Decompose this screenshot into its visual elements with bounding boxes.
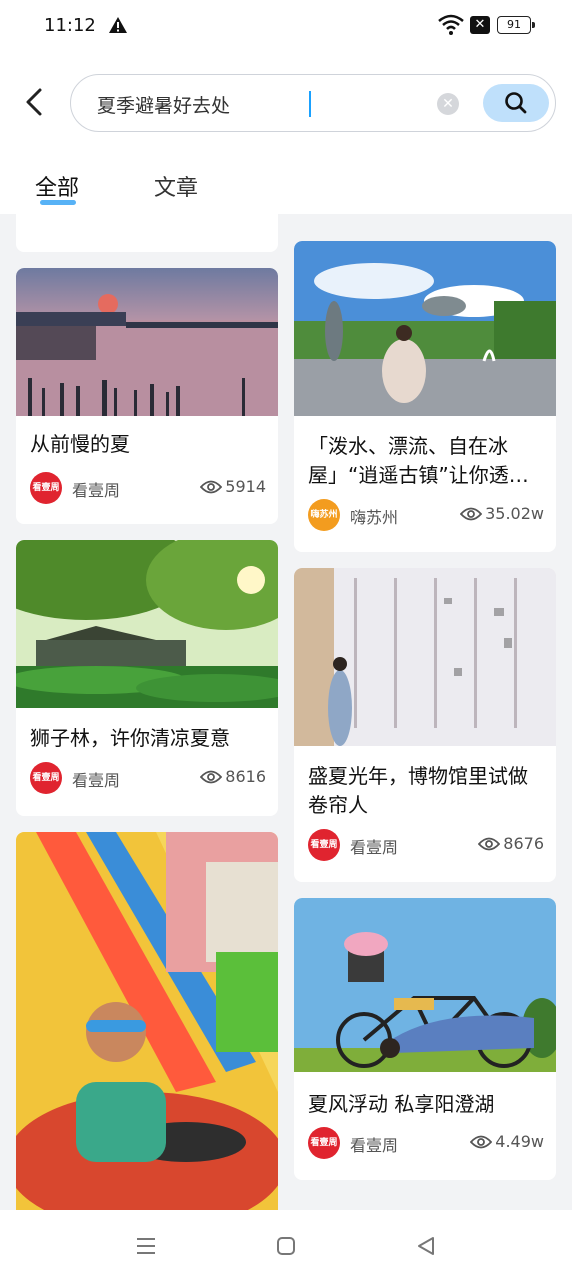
card-title: 夏风浮动 私享阳澄湖	[308, 1092, 495, 1116]
author-name: 嗨苏州	[350, 508, 399, 527]
eye-icon	[200, 770, 222, 784]
card-title: 狮子林，许你清凉夏意	[30, 726, 230, 750]
search-button[interactable]	[483, 84, 549, 122]
author-name: 看壹周	[350, 838, 399, 857]
card-meta: 看壹周 看壹周 8676	[308, 829, 544, 861]
back-icon[interactable]	[20, 84, 50, 120]
author-avatar: 嗨苏州	[308, 499, 340, 531]
search-box[interactable]: ✕	[70, 74, 556, 132]
card-article[interactable]: 从前慢的夏 看壹周 看壹周 5914	[16, 268, 278, 524]
card-article[interactable]: 「泼水、漂流、自在冰屋」“逍遥古镇”让你透… 嗨苏州 嗨苏州 35.02w	[294, 241, 556, 552]
author-avatar: 看壹周	[308, 829, 340, 861]
card-meta: 嗨苏州 嗨苏州 35.02w	[308, 499, 544, 531]
card-title: 「泼水、漂流、自在冰屋」“逍遥古镇”让你透…	[308, 434, 529, 487]
status-bar: 11:12 ✕ 91	[0, 0, 572, 52]
tab-bar: 全部 文章	[0, 160, 572, 214]
header: ✕ 全部 文章	[0, 52, 572, 214]
card-image	[16, 540, 278, 708]
search-icon	[505, 92, 527, 114]
menu-icon[interactable]	[134, 1234, 158, 1258]
warning-icon	[109, 17, 127, 33]
no-sim-icon: ✕	[470, 16, 490, 34]
author-name: 看壹周	[72, 771, 121, 790]
view-count: 35.02w	[485, 504, 544, 523]
search-input[interactable]	[97, 89, 427, 119]
view-count: 8616	[225, 767, 266, 786]
card-meta: 看壹周 看壹周 4.49w	[308, 1127, 544, 1159]
card-meta: 看壹周 看壹周 8616	[30, 762, 266, 794]
tab-articles[interactable]: 文章	[154, 170, 198, 202]
card-title: 盛夏光年，博物馆里试做卷帘人	[308, 764, 528, 817]
eye-icon	[478, 837, 500, 851]
card-article[interactable]: 盛夏光年，博物馆里试做卷帘人 看壹周 看壹周 8676	[294, 568, 556, 882]
card-image	[294, 241, 556, 416]
card-title: 从前慢的夏	[30, 432, 130, 456]
back-nav-icon[interactable]	[414, 1234, 438, 1258]
results-feed[interactable]: 从前慢的夏 看壹周 看壹周 5914 「泼水、漂流、自在冰屋」“逍遥古镇”让你透…	[0, 214, 572, 1210]
author-name: 看壹周	[72, 481, 121, 500]
view-count: 4.49w	[495, 1132, 544, 1151]
text-caret	[309, 91, 311, 117]
card-meta: 看壹周 看壹周 5914	[30, 472, 266, 504]
tab-all[interactable]: 全部	[35, 170, 79, 202]
card-article[interactable]	[16, 832, 278, 1210]
view-count: 8676	[503, 834, 544, 853]
card-image	[294, 898, 556, 1072]
author-avatar: 看壹周	[308, 1127, 340, 1159]
card-image	[16, 268, 278, 416]
card-partial[interactable]	[16, 214, 278, 252]
author-name: 看壹周	[350, 1136, 399, 1155]
battery-indicator: 91	[497, 16, 535, 34]
author-avatar: 看壹周	[30, 472, 62, 504]
view-count: 5914	[225, 477, 266, 496]
card-article[interactable]: 夏风浮动 私享阳澄湖 看壹周 看壹周 4.49w	[294, 898, 556, 1180]
status-time: 11:12	[44, 15, 96, 36]
card-article[interactable]: 狮子林，许你清凉夏意 看壹周 看壹周 8616	[16, 540, 278, 816]
author-avatar: 看壹周	[30, 762, 62, 794]
wifi-icon	[438, 14, 464, 35]
eye-icon	[460, 507, 482, 521]
eye-icon	[200, 480, 222, 494]
eye-icon	[470, 1135, 492, 1149]
card-image	[294, 568, 556, 746]
home-icon[interactable]	[274, 1234, 298, 1258]
card-image	[16, 832, 278, 1210]
system-nav-bar	[0, 1210, 572, 1280]
clear-icon[interactable]: ✕	[437, 93, 459, 115]
